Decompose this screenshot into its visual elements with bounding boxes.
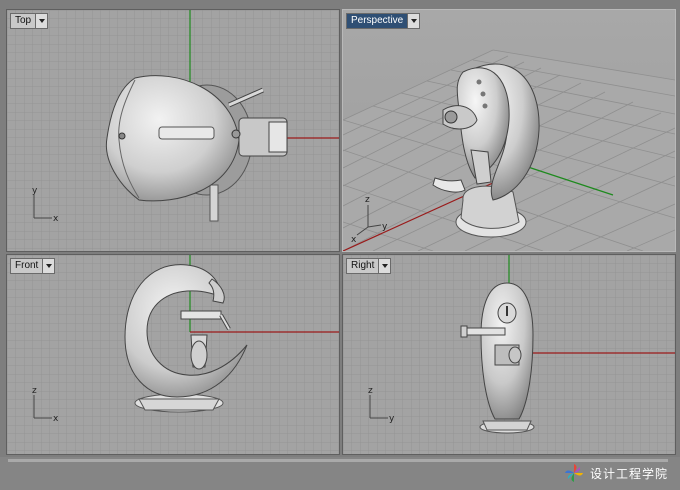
viewport-front[interactable]: z x Front: [6, 254, 340, 455]
gizmo-y-label: y: [389, 414, 395, 424]
gizmo-z-label: z: [368, 386, 373, 396]
viewport-area: y x Top z x y Perspective z x Front z y …: [0, 0, 680, 460]
gizmo-z-label: z: [365, 195, 370, 205]
front-view-canvas: z x: [7, 255, 339, 454]
gizmo-y-label: y: [32, 186, 38, 196]
chevron-down-icon[interactable]: [35, 14, 48, 28]
viewport-tab-right[interactable]: Right: [346, 258, 392, 274]
viewport-perspective[interactable]: z x y Perspective: [342, 9, 676, 252]
perspective-view-canvas: z x y: [343, 10, 675, 251]
viewport-right[interactable]: z y Right: [342, 254, 676, 455]
gizmo-x-label: x: [351, 235, 357, 245]
gizmo-y-label: y: [382, 222, 388, 232]
chevron-down-icon[interactable]: [378, 259, 391, 273]
gizmo-x-label: x: [53, 414, 59, 424]
viewport-tab-top[interactable]: Top: [10, 13, 49, 29]
viewport-top[interactable]: y x Top: [6, 9, 340, 252]
watermark-text: 设计工程学院: [589, 466, 668, 481]
chevron-down-icon[interactable]: [407, 14, 420, 28]
top-view-canvas: y x: [7, 10, 339, 251]
viewport-label-right: Right: [351, 260, 375, 271]
chevron-down-icon[interactable]: [42, 259, 55, 273]
viewport-tab-front[interactable]: Front: [10, 258, 56, 274]
gizmo-z-label: z: [32, 386, 37, 396]
viewport-label-top: Top: [15, 15, 32, 26]
gizmo-x-label: x: [53, 214, 59, 224]
pinwheel-logo-icon: [564, 464, 583, 482]
viewport-tab-perspective[interactable]: Perspective: [346, 13, 421, 29]
watermark: 设计工程学院: [564, 459, 668, 487]
right-view-canvas: z y: [343, 255, 675, 454]
viewport-label-perspective: Perspective: [351, 15, 404, 26]
viewport-label-front: Front: [15, 260, 39, 271]
